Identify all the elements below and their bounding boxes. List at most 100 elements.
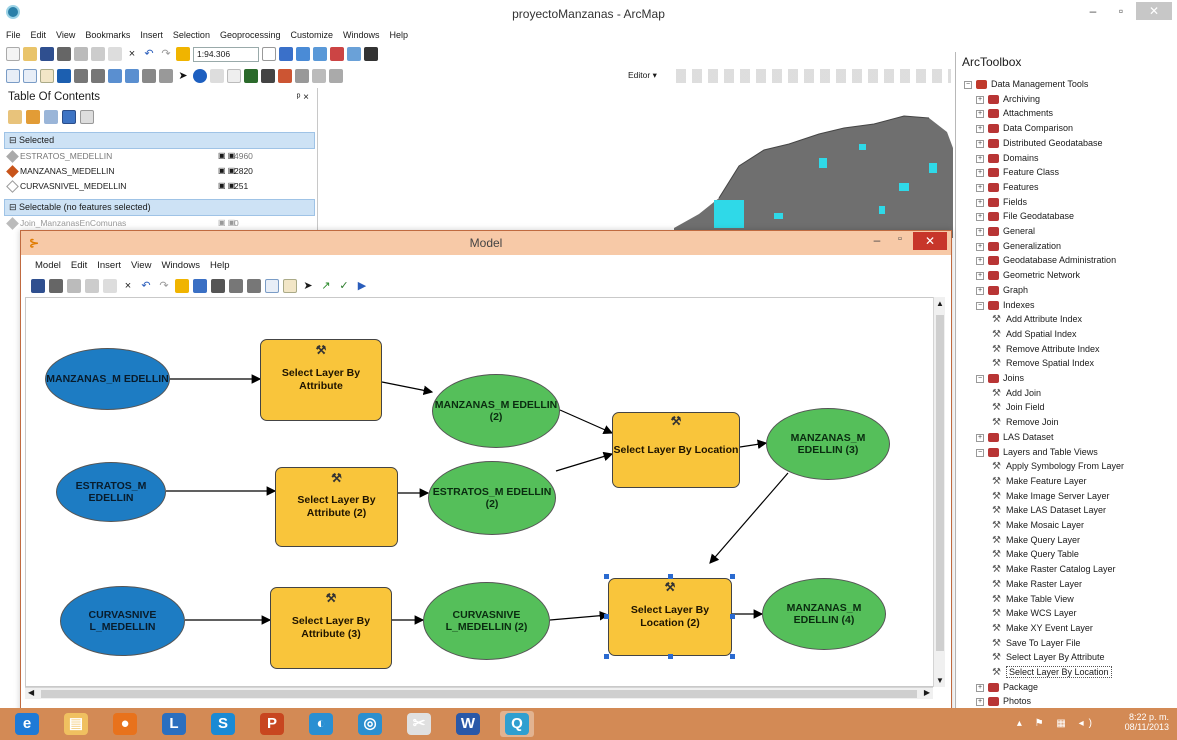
toolbox-tool-item[interactable]: ⚒ Make Mosaic Layer	[956, 519, 1176, 533]
select-icon[interactable]: ➤	[301, 279, 315, 293]
delete-icon[interactable]: ×	[121, 279, 135, 293]
undo-icon[interactable]: ↶	[142, 47, 156, 61]
scale-dropdown-icon[interactable]	[262, 47, 276, 61]
collapse-icon[interactable]: −	[964, 81, 972, 89]
selection-handle[interactable]	[604, 614, 609, 619]
pan-icon[interactable]	[283, 279, 297, 293]
find-icon[interactable]	[261, 69, 275, 83]
toc-layer-row[interactable]: MANZANAS_MEDELLIN ▣ ▣ 2820	[4, 165, 304, 179]
selection-toggle-icon[interactable]: ▣ ▣	[218, 218, 235, 227]
toc-layer-row[interactable]: CURVASNIVEL_MEDELLIN ▣ ▣ 251	[4, 180, 304, 194]
toolbox-toolset-item[interactable]: + File Geodatabase	[956, 210, 1176, 224]
selection-handle[interactable]	[730, 654, 735, 659]
expand-icon[interactable]: +	[976, 433, 984, 442]
model-close-button[interactable]: ✕	[913, 232, 947, 250]
menu-view[interactable]: View	[56, 30, 75, 40]
toolbox-toolset-item[interactable]: + Feature Class	[956, 166, 1176, 180]
toolbox-tool-item[interactable]: ⚒ Make Raster Catalog Layer	[956, 563, 1176, 577]
model-maximize-button[interactable]: ▫	[889, 233, 911, 251]
model-menu-model[interactable]: Model	[35, 260, 61, 271]
model-vertical-scrollbar[interactable]: ▲ ▼	[933, 297, 945, 687]
back-extent-icon[interactable]	[108, 69, 122, 83]
fixed-zoom-in-icon[interactable]	[74, 69, 88, 83]
selection-handle[interactable]	[668, 654, 673, 659]
run-icon[interactable]: ▶	[355, 279, 369, 293]
selection-handle[interactable]	[730, 614, 735, 619]
toolbox-toolset-item[interactable]: − Joins	[956, 372, 1176, 386]
find-route-icon[interactable]	[278, 69, 292, 83]
tool-select-by-location-2[interactable]: ⚒ Select Layer By Location (2)	[608, 578, 732, 656]
maximize-button[interactable]: ▫	[1108, 2, 1134, 20]
toolbox-tool-item[interactable]: ⚒ Make Feature Layer	[956, 475, 1176, 489]
toolbox-tool-item[interactable]: ⚒ Make Query Table	[956, 548, 1176, 562]
expand-icon[interactable]: +	[976, 169, 984, 178]
expand-icon[interactable]: +	[976, 183, 984, 192]
menu-bookmarks[interactable]: Bookmarks	[85, 30, 130, 40]
model-canvas[interactable]: MANZANAS_M EDELLIN ESTRATOS_M EDELLIN CU…	[25, 297, 943, 687]
toolbox-toolset-item[interactable]: − Data Management Tools	[956, 78, 1176, 92]
cut-icon[interactable]	[67, 279, 81, 293]
selection-handle[interactable]	[730, 574, 735, 579]
model-menu-view[interactable]: View	[131, 260, 151, 271]
menu-edit[interactable]: Edit	[31, 30, 47, 40]
toolbox-tool-item[interactable]: ⚒ Select Layer By Attribute	[956, 651, 1176, 665]
expand-icon[interactable]: +	[976, 213, 984, 222]
selection-handle[interactable]	[604, 574, 609, 579]
selection-handle[interactable]	[604, 654, 609, 659]
output-node-manzanas-3[interactable]: MANZANAS_M EDELLIN (3)	[766, 408, 890, 480]
expand-icon[interactable]: +	[976, 683, 984, 692]
table-of-contents-icon[interactable]	[296, 47, 310, 61]
collapse-icon[interactable]: ⊟	[9, 135, 19, 145]
tool-select-by-attribute-3[interactable]: ⚒ Select Layer By Attribute (3)	[270, 587, 392, 669]
forward-extent-icon[interactable]	[125, 69, 139, 83]
expand-icon[interactable]: +	[976, 198, 984, 207]
add-data-icon[interactable]	[175, 279, 189, 293]
time-slider-icon[interactable]	[312, 69, 326, 83]
input-node-manzanas[interactable]: MANZANAS_M EDELLIN	[45, 348, 170, 410]
expand-icon[interactable]: +	[976, 242, 984, 251]
toolbox-tool-item[interactable]: ⚒ Add Spatial Index	[956, 328, 1176, 342]
save-icon[interactable]	[31, 279, 45, 293]
selection-toggle-icon[interactable]: ▣ ▣	[218, 181, 235, 190]
expand-icon[interactable]: +	[976, 110, 984, 119]
toc-layer-row[interactable]: Join_ManzanasEnComunas ▣ ▣ 0	[4, 217, 304, 231]
fixed-zoom-out-icon[interactable]	[247, 279, 261, 293]
scroll-up-icon[interactable]: ▲	[936, 299, 944, 308]
toolbox-tool-item[interactable]: ⚒ Remove Join	[956, 416, 1176, 430]
model-menu-edit[interactable]: Edit	[71, 260, 87, 271]
expand-icon[interactable]: +	[976, 95, 984, 104]
toc-group-selectable[interactable]: ⊟ Selectable (no features selected)	[4, 199, 315, 216]
toolbox-tool-item[interactable]: ⚒ Make Table View	[956, 593, 1176, 607]
collapse-icon[interactable]: −	[976, 448, 984, 457]
list-by-source-icon[interactable]	[26, 110, 40, 124]
selection-handle[interactable]	[668, 574, 673, 579]
output-node-manzanas-4[interactable]: MANZANAS_M EDELLIN (4)	[762, 578, 886, 650]
output-node-manzanas-2[interactable]: MANZANAS_M EDELLIN (2)	[432, 374, 560, 448]
toolbox-toolset-item[interactable]: + Data Comparison	[956, 122, 1176, 136]
model-menu-windows[interactable]: Windows	[161, 260, 200, 271]
map-scale-input[interactable]: 1:94.306	[193, 46, 259, 62]
toolbox-tool-item[interactable]: ⚒ Add Join	[956, 387, 1176, 401]
validate-icon[interactable]: ✓	[337, 279, 351, 293]
toc-options-icon[interactable]	[80, 110, 94, 124]
add-data-icon[interactable]	[176, 47, 190, 61]
toc-layer-row[interactable]: ESTRATOS_MEDELLIN ▣ ▣ 4960	[4, 150, 304, 164]
selection-toggle-icon[interactable]: ▣ ▣	[218, 151, 235, 160]
toolbox-tool-item[interactable]: ⚒ Make XY Event Layer	[956, 622, 1176, 636]
new-document-icon[interactable]	[6, 47, 20, 61]
close-button[interactable]: ✕	[1136, 2, 1172, 20]
input-node-curvasnivel[interactable]: CURVASNIVE L_MEDELLIN	[60, 586, 185, 656]
delete-icon[interactable]: ×	[125, 47, 139, 61]
identify-icon[interactable]	[193, 69, 207, 83]
toolbox-toolset-item[interactable]: + Fields	[956, 196, 1176, 210]
expand-icon[interactable]: +	[976, 125, 984, 134]
zoom-in-icon[interactable]	[6, 69, 20, 83]
taskbar-app-button[interactable]: P	[255, 711, 289, 737]
toolbox-toolset-item[interactable]: + Features	[956, 181, 1176, 195]
toolbox-toolset-item[interactable]: + Archiving	[956, 93, 1176, 107]
open-folder-icon[interactable]	[23, 47, 37, 61]
copy-icon[interactable]	[91, 47, 105, 61]
expand-icon[interactable]: +	[976, 286, 984, 295]
redo-icon[interactable]: ↷	[157, 279, 171, 293]
pan-icon[interactable]	[40, 69, 54, 83]
